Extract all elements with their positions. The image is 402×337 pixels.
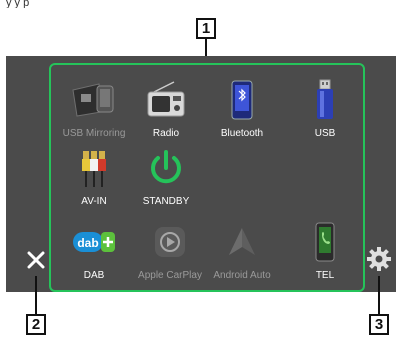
source-label: Radio	[152, 128, 180, 139]
source-label: STANDBY	[142, 196, 190, 207]
source-label: Bluetooth	[220, 128, 264, 139]
callout-1: 1	[196, 18, 216, 39]
dab-logo-text: dab	[77, 236, 98, 250]
source-tile-standby[interactable]: STANDBY	[124, 144, 208, 212]
source-tile-usb[interactable]: USB	[283, 76, 367, 144]
callout-2: 2	[26, 314, 46, 335]
phone-icon	[283, 218, 367, 266]
settings-button[interactable]	[366, 246, 392, 272]
instruction-figure: y y p 1 USB Mirroring Radio Bluetooth US…	[0, 0, 402, 337]
top-caption-fragment: y y p	[6, 0, 30, 8]
callout-2-leader	[35, 276, 37, 314]
dab-logo-icon: dab	[52, 218, 136, 266]
source-label: Android Auto	[213, 270, 271, 281]
source-label: USB	[314, 128, 336, 139]
callout-3-leader	[378, 276, 380, 314]
callout-3: 3	[369, 314, 389, 335]
close-button[interactable]	[24, 248, 48, 272]
source-tile-dab[interactable]: dab DAB	[52, 218, 136, 286]
android-auto-icon	[200, 218, 284, 266]
source-label: TEL	[315, 270, 335, 281]
source-label: DAB	[83, 270, 105, 281]
source-tile-android-auto[interactable]: Android Auto	[200, 218, 284, 286]
radio-icon	[124, 76, 208, 124]
source-tile-tel[interactable]: TEL	[283, 218, 367, 286]
close-icon	[27, 251, 45, 269]
source-tile-radio[interactable]: Radio	[124, 76, 208, 144]
bluetooth-phone-icon	[200, 76, 284, 124]
source-tile-bluetooth[interactable]: Bluetooth	[200, 76, 284, 144]
gear-icon	[367, 247, 391, 271]
usb-drive-icon	[283, 76, 367, 124]
power-icon	[124, 144, 208, 192]
